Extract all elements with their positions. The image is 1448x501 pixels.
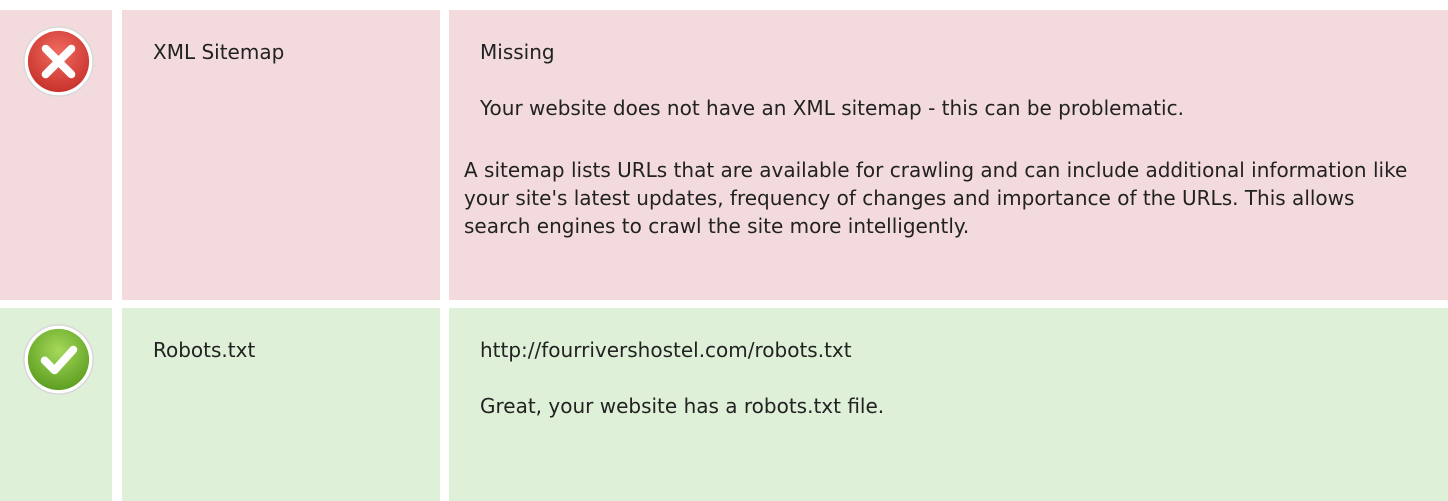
check-label: Robots.txt <box>153 338 256 362</box>
check-label: XML Sitemap <box>153 40 285 64</box>
label-cell: Robots.txt <box>122 308 440 501</box>
robots-url-link[interactable]: http://fourrivershostel.com/robots.txt <box>480 338 852 362</box>
result-row-xml-sitemap: XML Sitemap Missing Your website does no… <box>0 10 1448 300</box>
error-x-icon <box>23 26 94 97</box>
status-cell <box>0 308 112 501</box>
result-row-robots-txt: Robots.txt http://fourrivershostel.com/r… <box>0 308 1448 501</box>
status-cell <box>0 10 112 300</box>
content-cell: http://fourrivershostel.com/robots.txt G… <box>449 308 1448 501</box>
content-cell: Missing Your website does not have an XM… <box>449 10 1448 300</box>
check-message: Great, your website has a robots.txt fil… <box>480 394 885 418</box>
check-value: Missing <box>480 40 555 64</box>
success-check-icon <box>23 324 94 395</box>
check-message: Your website does not have an XML sitema… <box>480 96 1184 120</box>
seo-report: XML Sitemap Missing Your website does no… <box>0 0 1448 501</box>
label-cell: XML Sitemap <box>122 10 440 300</box>
check-description: A sitemap lists URLs that are available … <box>464 158 1408 238</box>
